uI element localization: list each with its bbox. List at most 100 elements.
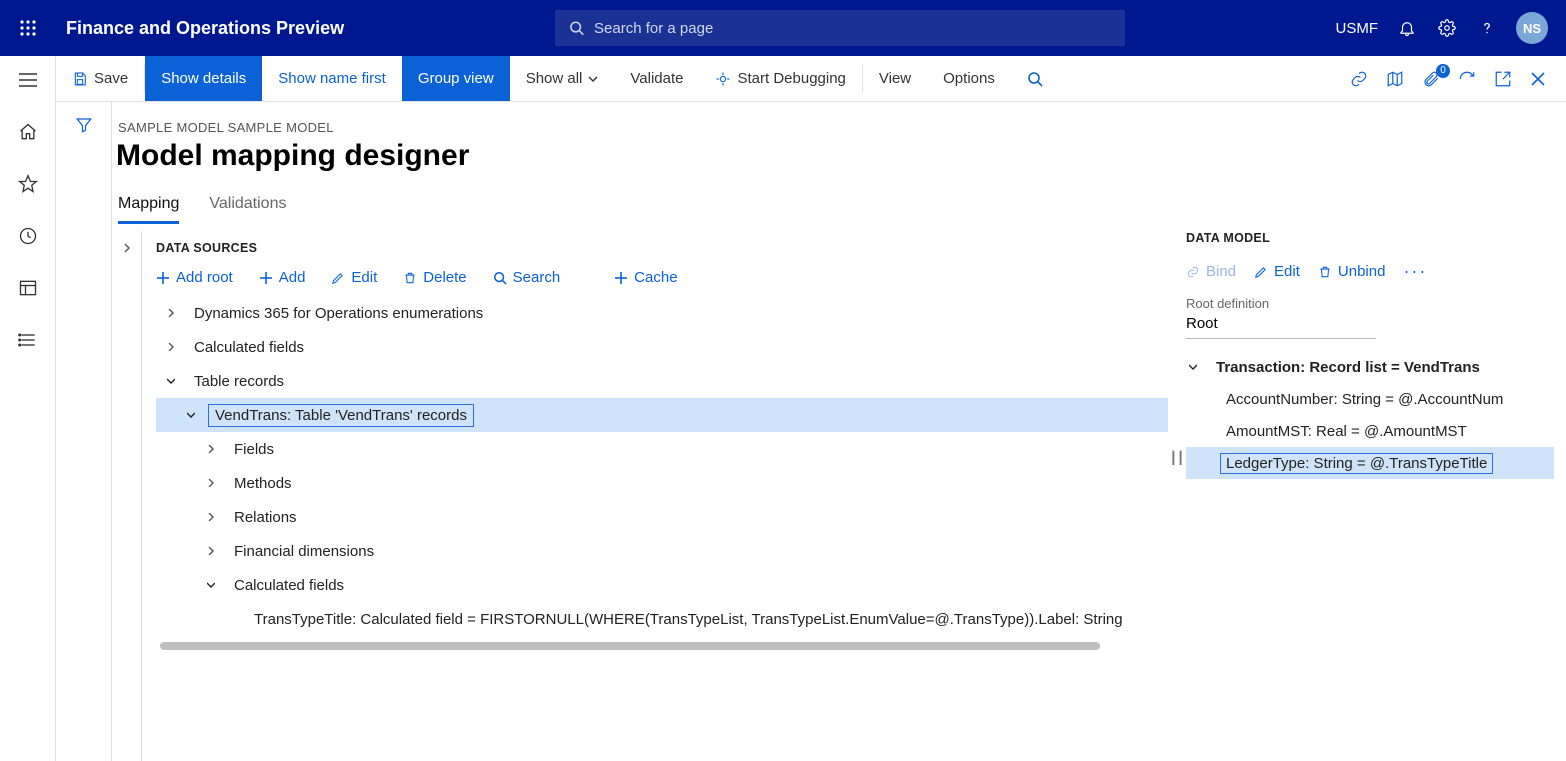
collapse-icon[interactable]: [184, 408, 198, 422]
tree-node[interactable]: Calculated fields: [156, 330, 1168, 364]
hamburger-icon[interactable]: [16, 68, 40, 92]
dm-tree-node-selected[interactable]: LedgerType: String = @.TransTypeTitle: [1186, 447, 1554, 479]
dm-tree-node[interactable]: AccountNumber: String = @.AccountNum: [1186, 383, 1554, 415]
dm-edit-button[interactable]: Edit: [1254, 263, 1300, 280]
tree-label: Dynamics 365 for Operations enumerations: [188, 303, 489, 324]
filter-icon[interactable]: [75, 116, 93, 761]
favorites-icon[interactable]: [16, 172, 40, 196]
root-definition-value[interactable]: Root: [1186, 311, 1376, 339]
save-button[interactable]: Save: [56, 56, 144, 101]
dm-edit-label: Edit: [1274, 263, 1300, 280]
filter-column: [56, 102, 112, 761]
tab-mapping[interactable]: Mapping: [118, 195, 179, 224]
options-menu[interactable]: Options: [927, 56, 1011, 101]
search-icon: [569, 20, 584, 36]
save-label: Save: [94, 70, 128, 87]
expand-icon[interactable]: [204, 544, 218, 558]
add-root-button[interactable]: Add root: [156, 269, 233, 286]
expand-icon[interactable]: [204, 476, 218, 490]
save-icon: [72, 71, 88, 87]
show-details-button[interactable]: Show details: [145, 56, 262, 101]
options-label: Options: [943, 70, 995, 87]
dm-tree-node[interactable]: Transaction: Record list = VendTrans: [1186, 351, 1554, 383]
tree-node-selected[interactable]: VendTrans: Table 'VendTrans' records: [156, 398, 1168, 432]
tree-node[interactable]: Table records: [156, 364, 1168, 398]
search-input[interactable]: [594, 20, 1111, 37]
add-label: Add: [279, 269, 306, 286]
avatar-initials: NS: [1523, 21, 1541, 36]
tab-validations[interactable]: Validations: [209, 195, 286, 224]
tree-label: Methods: [228, 473, 298, 494]
collapse-icon[interactable]: [164, 374, 178, 388]
group-view-button[interactable]: Group view: [402, 56, 510, 101]
tree-node[interactable]: TransTypeTitle: Calculated field = FIRST…: [156, 602, 1168, 636]
chevron-right-icon: [122, 243, 132, 253]
view-label: View: [879, 70, 911, 87]
tree-node[interactable]: Relations: [156, 500, 1168, 534]
map-icon[interactable]: [1386, 70, 1404, 88]
notifications-icon[interactable]: [1396, 17, 1418, 39]
dm-tree-label: AmountMST: Real = @.AmountMST: [1220, 421, 1473, 442]
page-title: Model mapping designer: [112, 139, 1566, 173]
dm-tree-label: AccountNumber: String = @.AccountNum: [1220, 389, 1509, 410]
collapse-icon[interactable]: [1186, 360, 1200, 374]
tree-node[interactable]: Dynamics 365 for Operations enumerations: [156, 296, 1168, 330]
validate-button[interactable]: Validate: [614, 56, 699, 101]
link-icon[interactable]: [1350, 70, 1368, 88]
close-icon[interactable]: [1530, 71, 1546, 87]
unbind-button[interactable]: Unbind: [1318, 263, 1386, 280]
app-launcher-icon[interactable]: [0, 19, 56, 37]
user-avatar[interactable]: NS: [1516, 12, 1548, 44]
tree-node[interactable]: Methods: [156, 466, 1168, 500]
settings-icon[interactable]: [1436, 17, 1458, 39]
expand-icon[interactable]: [204, 510, 218, 524]
global-search[interactable]: [555, 10, 1125, 46]
horizontal-scrollbar[interactable]: [160, 642, 1100, 650]
show-name-first-button[interactable]: Show name first: [262, 56, 402, 101]
delete-label: Delete: [423, 269, 466, 286]
expand-icon[interactable]: [164, 340, 178, 354]
recent-icon[interactable]: [16, 224, 40, 248]
cache-button[interactable]: Cache: [614, 269, 677, 286]
workspaces-icon[interactable]: [16, 276, 40, 300]
validate-label: Validate: [630, 70, 683, 87]
popout-icon[interactable]: [1494, 70, 1512, 88]
data-sources-title: DATA SOURCES: [156, 241, 1168, 255]
home-icon[interactable]: [16, 120, 40, 144]
expand-icon[interactable]: [164, 306, 178, 320]
group-view-label: Group view: [418, 70, 494, 87]
tree-node[interactable]: Calculated fields: [156, 568, 1168, 602]
bind-label: Bind: [1206, 263, 1236, 280]
app-title: Finance and Operations Preview: [66, 18, 344, 39]
edit-button[interactable]: Edit: [331, 269, 377, 286]
toolbar-search-button[interactable]: [1011, 56, 1059, 101]
dm-tree-label: LedgerType: String = @.TransTypeTitle: [1220, 453, 1493, 474]
debug-icon: [715, 71, 731, 87]
start-debugging-label: Start Debugging: [737, 70, 845, 87]
collapse-panel-handle[interactable]: [112, 231, 142, 761]
bind-button[interactable]: Bind: [1186, 263, 1236, 280]
delete-button[interactable]: Delete: [403, 269, 466, 286]
help-icon[interactable]: [1476, 17, 1498, 39]
more-actions-icon[interactable]: ···: [1403, 261, 1427, 282]
attachments-icon[interactable]: 0: [1422, 70, 1440, 88]
collapse-icon[interactable]: [204, 578, 218, 592]
data-model-pane: DATA MODEL Bind Edit Unbind ··· Root def…: [1186, 231, 1566, 761]
start-debugging-button[interactable]: Start Debugging: [699, 56, 861, 101]
show-all-dropdown[interactable]: Show all: [510, 56, 615, 101]
search-button[interactable]: Search: [493, 269, 561, 286]
modules-icon[interactable]: [16, 328, 40, 352]
tree-label: Table records: [188, 371, 290, 392]
add-button[interactable]: Add: [259, 269, 306, 286]
tree-node[interactable]: Financial dimensions: [156, 534, 1168, 568]
tree-label: Calculated fields: [228, 575, 350, 596]
expand-icon[interactable]: [204, 442, 218, 456]
view-menu[interactable]: View: [863, 56, 927, 101]
tree-node[interactable]: Fields: [156, 432, 1168, 466]
pane-splitter[interactable]: ┃┃: [1168, 231, 1186, 761]
refresh-icon[interactable]: [1458, 70, 1476, 88]
show-name-first-label: Show name first: [278, 70, 386, 87]
company-code[interactable]: USMF: [1336, 20, 1379, 37]
cache-label: Cache: [634, 269, 677, 286]
dm-tree-node[interactable]: AmountMST: Real = @.AmountMST: [1186, 415, 1554, 447]
